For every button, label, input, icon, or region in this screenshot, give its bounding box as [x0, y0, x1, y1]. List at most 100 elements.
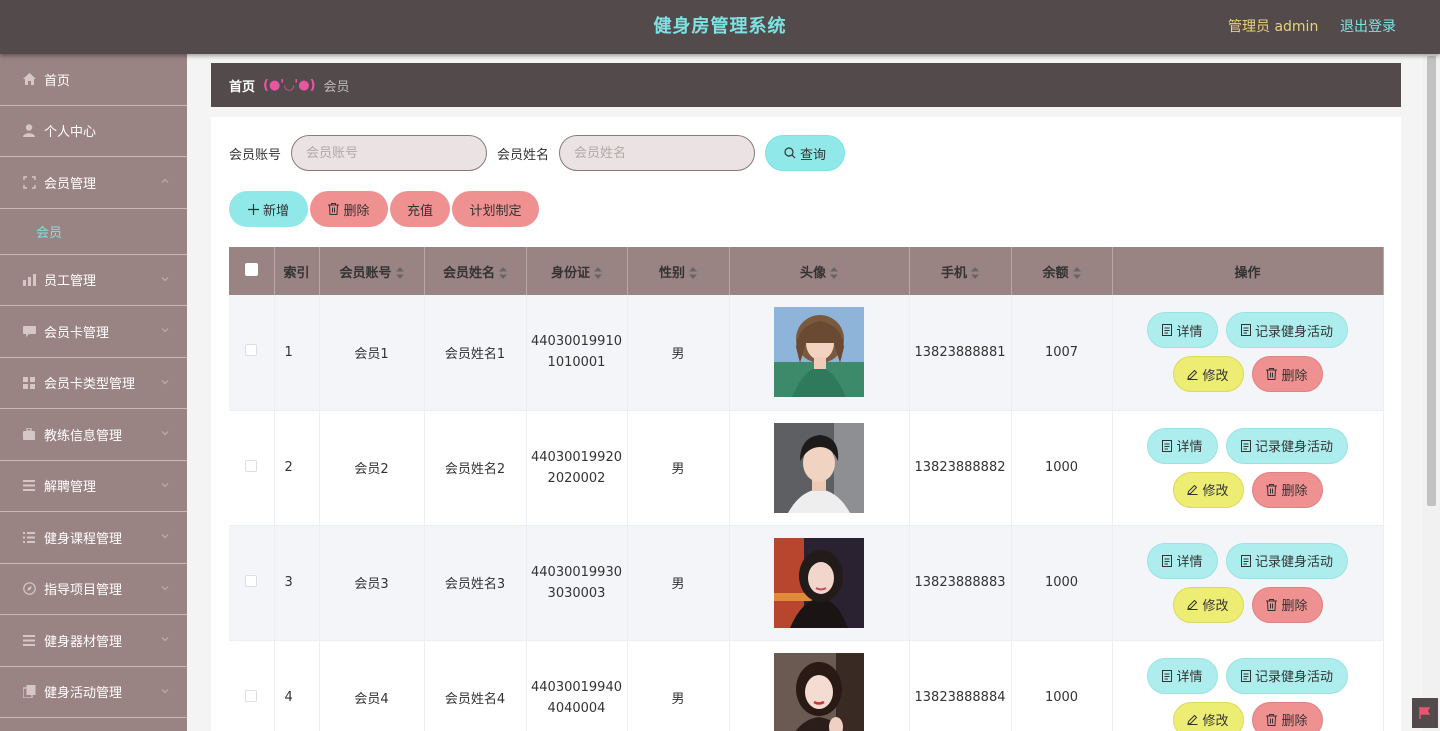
copy-icon [22, 685, 36, 699]
recharge-button[interactable]: 充值 [390, 191, 450, 227]
avatar-image[interactable] [774, 422, 864, 513]
avatar-image[interactable] [774, 307, 864, 398]
record-activity-button[interactable]: 记录健身活动 [1226, 542, 1348, 579]
add-button[interactable]: 新增 [229, 191, 308, 227]
idcard-cell: 44030019910 1010001 [526, 295, 628, 411]
list-icon [22, 633, 36, 647]
sidebar-item-coach[interactable]: 教练信息管理 [0, 409, 187, 461]
row-checkbox[interactable] [245, 344, 258, 357]
balance-cell: 1000 [1011, 525, 1113, 641]
sidebar-item-dismissal[interactable]: 解聘管理 [0, 461, 187, 512]
column-header-idcard[interactable]: 身份证 [526, 247, 628, 295]
edit-button[interactable]: 修改 [1172, 356, 1244, 393]
row-checkbox[interactable] [245, 459, 258, 472]
column-header-gender[interactable]: 性别 [627, 247, 730, 295]
column-header-balance[interactable]: 余额 [1011, 247, 1113, 295]
document-icon [1162, 554, 1173, 567]
edit-button[interactable]: 修改 [1172, 701, 1244, 731]
delete-button[interactable]: 删除 [1251, 701, 1323, 731]
phone-cell: 13823888883 [909, 525, 1012, 641]
delete-button[interactable]: 删除 [1251, 356, 1323, 393]
sidebar-item-staff[interactable]: 员工管理 [0, 255, 187, 306]
row-checkbox[interactable] [245, 574, 258, 587]
column-header-account[interactable]: 会员账号 [319, 247, 425, 295]
sort-icon[interactable] [499, 267, 507, 279]
sidebar-item-member-mgmt[interactable]: 会员管理 [0, 157, 187, 209]
idcard-part: 44030019930 [531, 564, 622, 580]
select-cell [229, 525, 275, 641]
flag-icon[interactable] [1412, 698, 1438, 728]
sort-icon[interactable] [689, 267, 697, 279]
sort-icon[interactable] [971, 267, 979, 279]
edit-label: 修改 [1202, 484, 1229, 499]
avatar-image[interactable] [774, 537, 864, 628]
record-activity-button[interactable]: 记录健身活动 [1226, 427, 1348, 464]
index-cell: 4 [274, 640, 320, 731]
page-scrollbar[interactable] [1423, 54, 1440, 731]
column-header-name[interactable]: 会员姓名 [424, 247, 527, 295]
delete-label: 删除 [1281, 484, 1308, 499]
table-row: 1 会员1 会员姓名1 44030019910 1010001 男 1382388… [229, 295, 1384, 411]
sidebar-item-card[interactable]: 会员卡管理 [0, 306, 187, 358]
row-checkbox[interactable] [245, 689, 258, 702]
sort-icon[interactable] [1072, 267, 1081, 279]
phone-cell: 13823888884 [909, 640, 1012, 731]
name-cell: 会员姓名2 [424, 410, 527, 526]
pencil-icon [1187, 484, 1198, 495]
select-cell [229, 295, 275, 411]
message-icon [22, 324, 36, 338]
sidebar-item-label: 个人中心 [44, 125, 97, 141]
chevron-up-icon [161, 178, 169, 184]
sidebar-item-home[interactable]: 首页 [0, 54, 187, 106]
name-label: 会员姓名 [497, 147, 550, 163]
name-search-input[interactable] [559, 135, 756, 171]
select-all-checkbox[interactable] [244, 262, 258, 276]
sidebar-item-label: 健身器材管理 [44, 634, 123, 650]
account-search-input[interactable] [291, 135, 488, 171]
idcard-cell: 44030019940 4040004 [526, 640, 628, 731]
detail-button[interactable]: 详情 [1147, 427, 1218, 464]
sidebar-item-card-type[interactable]: 会员卡类型管理 [0, 358, 187, 409]
detail-button[interactable]: 详情 [1147, 312, 1218, 349]
plan-button[interactable]: 计划制定 [452, 191, 539, 227]
sidebar-item-label: 会员卡类型管理 [44, 377, 136, 393]
sort-icon[interactable] [830, 267, 838, 279]
avatar-image[interactable] [774, 652, 864, 731]
sidebar-item-equipment[interactable]: 健身器材管理 [0, 615, 187, 667]
edit-button[interactable]: 修改 [1172, 471, 1244, 508]
chevron-down-icon [161, 276, 169, 282]
query-label: 查询 [800, 147, 827, 163]
delete-button[interactable]: 删除 [1251, 586, 1323, 623]
edit-label: 修改 [1202, 368, 1229, 384]
document-icon [1240, 669, 1251, 682]
idcard-cell: 44030019920 2020002 [526, 410, 628, 526]
sidebar-item-activity[interactable]: 健身活动管理 [0, 667, 187, 718]
actions-cell: 详情 记录健身活动 修改 删除 [1112, 410, 1384, 526]
record-activity-button[interactable]: 记录健身活动 [1226, 657, 1348, 694]
breadcrumb-home[interactable]: 首页 [229, 76, 255, 95]
trash-icon [328, 203, 340, 215]
pencil-icon [1187, 369, 1198, 380]
record-activity-button[interactable]: 记录健身活动 [1226, 312, 1348, 349]
edit-button[interactable]: 修改 [1172, 586, 1244, 623]
sidebar-subitem-member[interactable]: 会员 [0, 209, 187, 255]
sort-icon[interactable] [395, 267, 404, 279]
detail-button[interactable]: 详情 [1147, 542, 1218, 579]
pencil-icon [1187, 599, 1198, 610]
phone-cell: 13823888881 [909, 295, 1012, 411]
detail-button[interactable]: 详情 [1147, 657, 1218, 694]
delete-button[interactable]: 删除 [1251, 471, 1323, 508]
sort-icon[interactable] [594, 267, 602, 279]
chevron-down-icon [161, 431, 169, 436]
sidebar-item-course[interactable]: 健身课程管理 [0, 512, 187, 564]
scrollbar-thumb[interactable] [1427, 56, 1436, 506]
batch-delete-button[interactable]: 删除 [310, 191, 388, 227]
logout-link[interactable]: 退出登录 [1340, 0, 1396, 54]
column-header-phone[interactable]: 手机 [909, 247, 1012, 295]
query-button[interactable]: 查询 [765, 135, 846, 171]
sidebar-item-guidance[interactable]: 指导项目管理 [0, 564, 187, 615]
sidebar-item-personal[interactable]: 个人中心 [0, 106, 187, 157]
briefcase-icon [22, 427, 36, 441]
column-header-avatar[interactable]: 头像 [729, 247, 910, 295]
account-cell: 会员2 [319, 410, 425, 526]
